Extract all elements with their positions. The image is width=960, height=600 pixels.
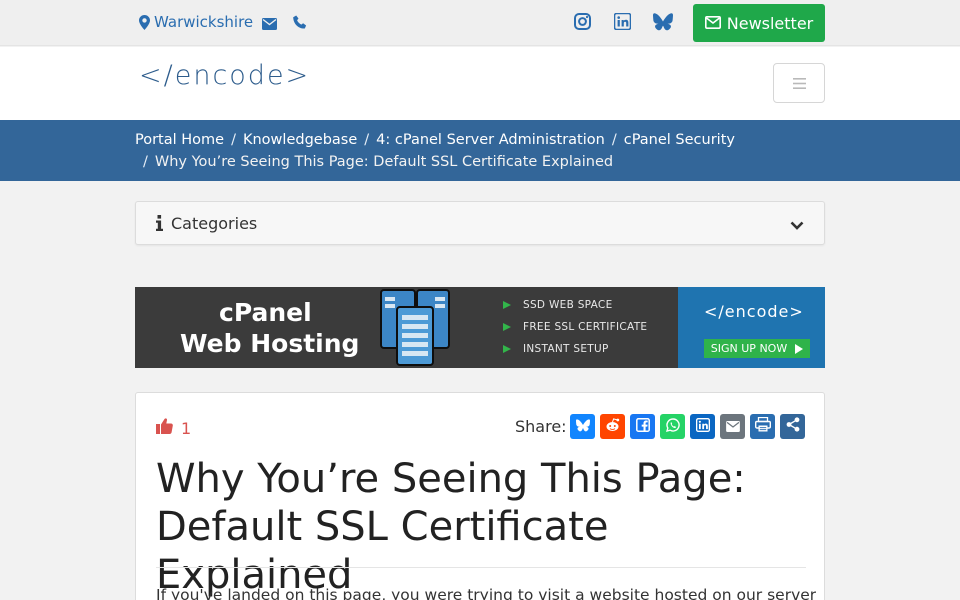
play-triangle-icon <box>503 301 511 309</box>
hamburger-icon <box>792 74 806 93</box>
banner-feature: SSD WEB SPACE <box>503 299 613 311</box>
categories-dropdown[interactable]: Categories <box>135 201 825 245</box>
envelope-icon[interactable] <box>262 15 277 34</box>
banner-feature-label: INSTANT SETUP <box>523 343 609 355</box>
share-print-button[interactable] <box>750 414 775 439</box>
breadcrumb-cpanel-server-administration[interactable]: 4: cPanel Server Administration <box>376 132 605 148</box>
banner-signup-label: SIGN UP NOW <box>710 342 788 355</box>
thumbs-up-icon <box>156 418 173 438</box>
play-triangle-icon <box>503 323 511 331</box>
banner-feature: INSTANT SETUP <box>503 343 609 355</box>
linkedin-icon[interactable] <box>613 12 632 31</box>
breadcrumb-bar: Portal Home / Knowledgebase / 4: cPanel Serv… <box>0 120 960 181</box>
article-intro: If you've landed on this page, you were … <box>156 586 816 600</box>
phone-icon[interactable] <box>293 15 308 34</box>
breadcrumb-cpanel-security[interactable]: cPanel Security <box>624 132 735 148</box>
breadcrumb-portal-home[interactable]: Portal Home <box>135 132 224 148</box>
cpanel-hosting-banner[interactable]: cPanel Web Hosting SSD WEB SPACE FREE SS… <box>135 287 825 368</box>
info-icon <box>156 215 163 235</box>
reddit-icon <box>605 417 620 436</box>
breadcrumb-separator: / <box>364 132 370 148</box>
breadcrumb: Portal Home / Knowledgebase / 4: cPanel Serv… <box>135 129 835 173</box>
share-more-button[interactable] <box>780 414 805 439</box>
share-email-button[interactable] <box>720 414 745 439</box>
envelope-outline-icon <box>704 14 721 33</box>
breadcrumb-separator: / <box>143 154 148 170</box>
top-bar: Warwickshire Newsletter <box>0 0 960 46</box>
share-facebook-button[interactable] <box>630 414 655 439</box>
banner-signup-button[interactable]: SIGN UP NOW <box>704 339 810 358</box>
facebook-icon <box>635 417 650 436</box>
play-triangle-icon <box>503 345 511 353</box>
banner-title-line2: Web Hosting <box>180 329 360 358</box>
banner-brand-panel: </encode> SIGN UP NOW <box>678 287 825 368</box>
site-header: </encode> <box>0 47 960 120</box>
instagram-icon[interactable] <box>574 13 592 31</box>
article-card: 1 Share: Why You’re Seeing This Page: De… <box>135 392 825 600</box>
newsletter-button[interactable]: Newsletter <box>693 4 825 42</box>
share-label: Share: <box>515 417 567 436</box>
share-reddit-button[interactable] <box>600 414 625 439</box>
whatsapp-icon <box>665 417 680 436</box>
server-stack-icon <box>379 289 451 368</box>
banner-logo: </encode> <box>704 302 804 321</box>
linkedin-icon <box>695 417 710 436</box>
like-button[interactable]: 1 <box>156 418 191 438</box>
breadcrumb-knowledgebase[interactable]: Knowledgebase <box>243 132 357 148</box>
chevron-down-icon <box>790 216 804 235</box>
location-label: Warwickshire <box>154 13 254 31</box>
newsletter-label: Newsletter <box>726 13 814 33</box>
breadcrumb-separator: / <box>231 132 236 148</box>
banner-title-line1: cPanel <box>219 298 312 327</box>
categories-label: Categories <box>171 214 258 233</box>
envelope-icon <box>725 417 740 436</box>
share-whatsapp-button[interactable] <box>660 414 685 439</box>
share-linkedin-button[interactable] <box>690 414 715 439</box>
location[interactable]: Warwickshire <box>139 13 253 31</box>
site-logo[interactable]: </encode> <box>139 60 310 91</box>
printer-icon <box>754 416 771 436</box>
share-bluesky-button[interactable] <box>570 414 595 439</box>
banner-feature: FREE SSL CERTIFICATE <box>503 321 647 333</box>
like-count: 1 <box>181 418 192 438</box>
play-triangle-icon <box>795 343 804 354</box>
article-title: Why You’re Seeing This Page: Default SSL… <box>156 456 746 598</box>
menu-toggle-button[interactable] <box>773 63 825 103</box>
breadcrumb-current-page: Why You’re Seeing This Page: Default SSL… <box>154 154 614 170</box>
banner-feature-label: FREE SSL CERTIFICATE <box>523 321 648 333</box>
bluesky-icon[interactable] <box>653 13 673 31</box>
banner-feature-label: SSD WEB SPACE <box>523 299 613 311</box>
title-divider <box>156 567 806 568</box>
bluesky-icon <box>575 417 590 436</box>
breadcrumb-separator: / <box>611 132 617 148</box>
map-marker-icon <box>139 14 150 30</box>
share-icon <box>786 417 800 436</box>
